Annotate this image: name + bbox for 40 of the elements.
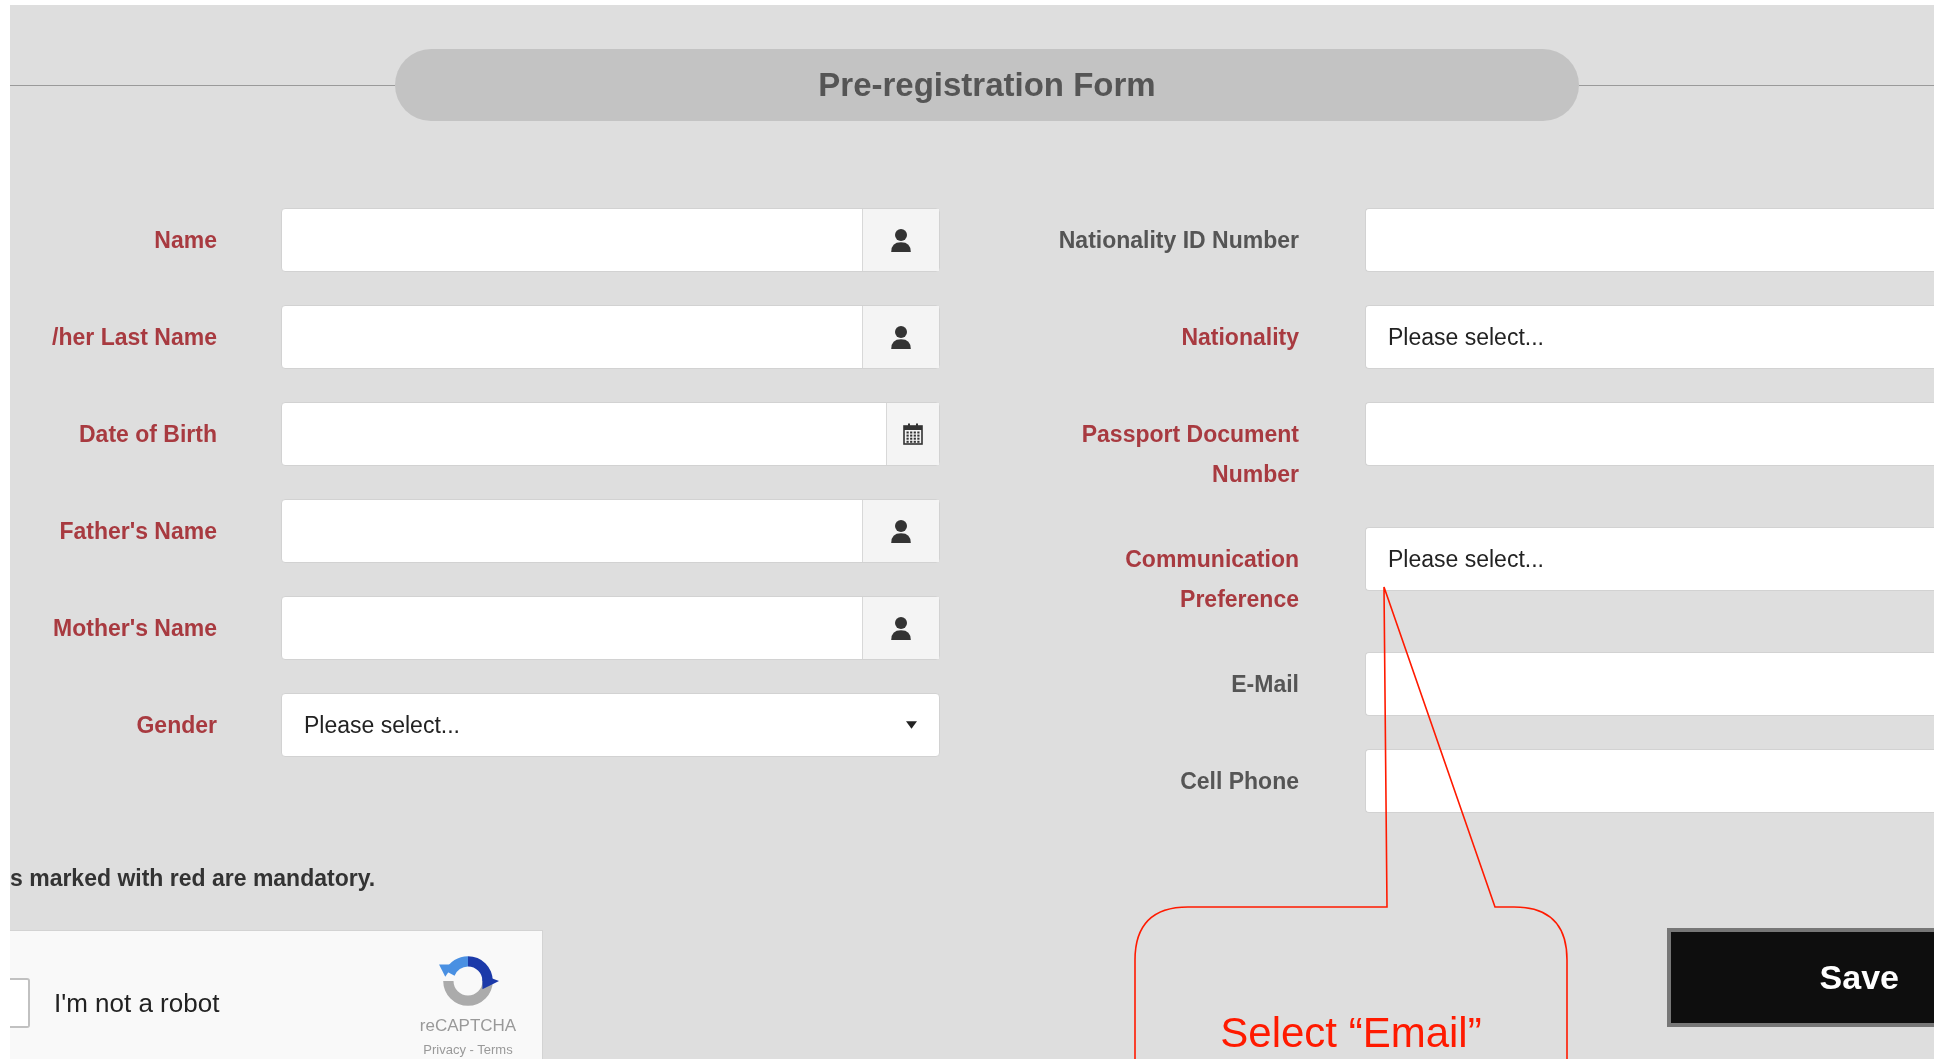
input-field[interactable] [1365,402,1934,466]
select-field[interactable]: Please select... [281,693,940,757]
field-label: Communication Preference [1124,545,1299,614]
field-label: Cell Phone [1179,767,1299,796]
input-field[interactable] [281,402,940,466]
captcha-brand: reCAPTCHA [419,1015,517,1036]
field-label: Father's Name [58,517,217,546]
person-icon [890,325,912,349]
input-field[interactable] [1365,652,1934,716]
field-label: Gender [135,711,217,740]
field-label: Mother's Name [52,614,217,643]
input-field[interactable] [281,208,940,272]
select-value: Please select... [304,711,461,739]
caret-icon [906,721,917,729]
select-value: Please select... [1388,545,1545,573]
field-label: Passport Document Number [1080,420,1299,489]
field-label: Nationality ID Number [1057,226,1299,255]
checkbox[interactable] [10,978,30,1028]
calendar-icon [903,423,923,445]
input-field[interactable] [1365,749,1934,813]
captcha-label: I'm not a robot [54,987,221,1019]
field-label: Date of Birth [78,420,217,449]
field-label: /her Last Name [51,323,217,352]
form-title: Pre-registration Form [818,66,1156,104]
select-value: Please select... [1388,323,1545,351]
save-button[interactable]: Save [1667,928,1934,1027]
person-icon [890,616,912,640]
field-label: E-Mail [1230,670,1299,699]
field-label: Nationality [1180,323,1299,352]
input-field[interactable] [281,596,940,660]
input-field[interactable] [281,499,940,563]
person-icon [890,228,912,252]
input-field[interactable] [281,305,940,369]
mandatory-note: s marked with red are mandatory. [10,865,377,892]
callout-text: Select “Email” [1219,1010,1483,1056]
select-field[interactable]: Please select... [1365,527,1934,591]
select-field[interactable]: Please select... [1365,305,1934,369]
input-field[interactable] [1365,208,1934,272]
field-label: Name [153,226,217,255]
person-icon [890,519,912,543]
